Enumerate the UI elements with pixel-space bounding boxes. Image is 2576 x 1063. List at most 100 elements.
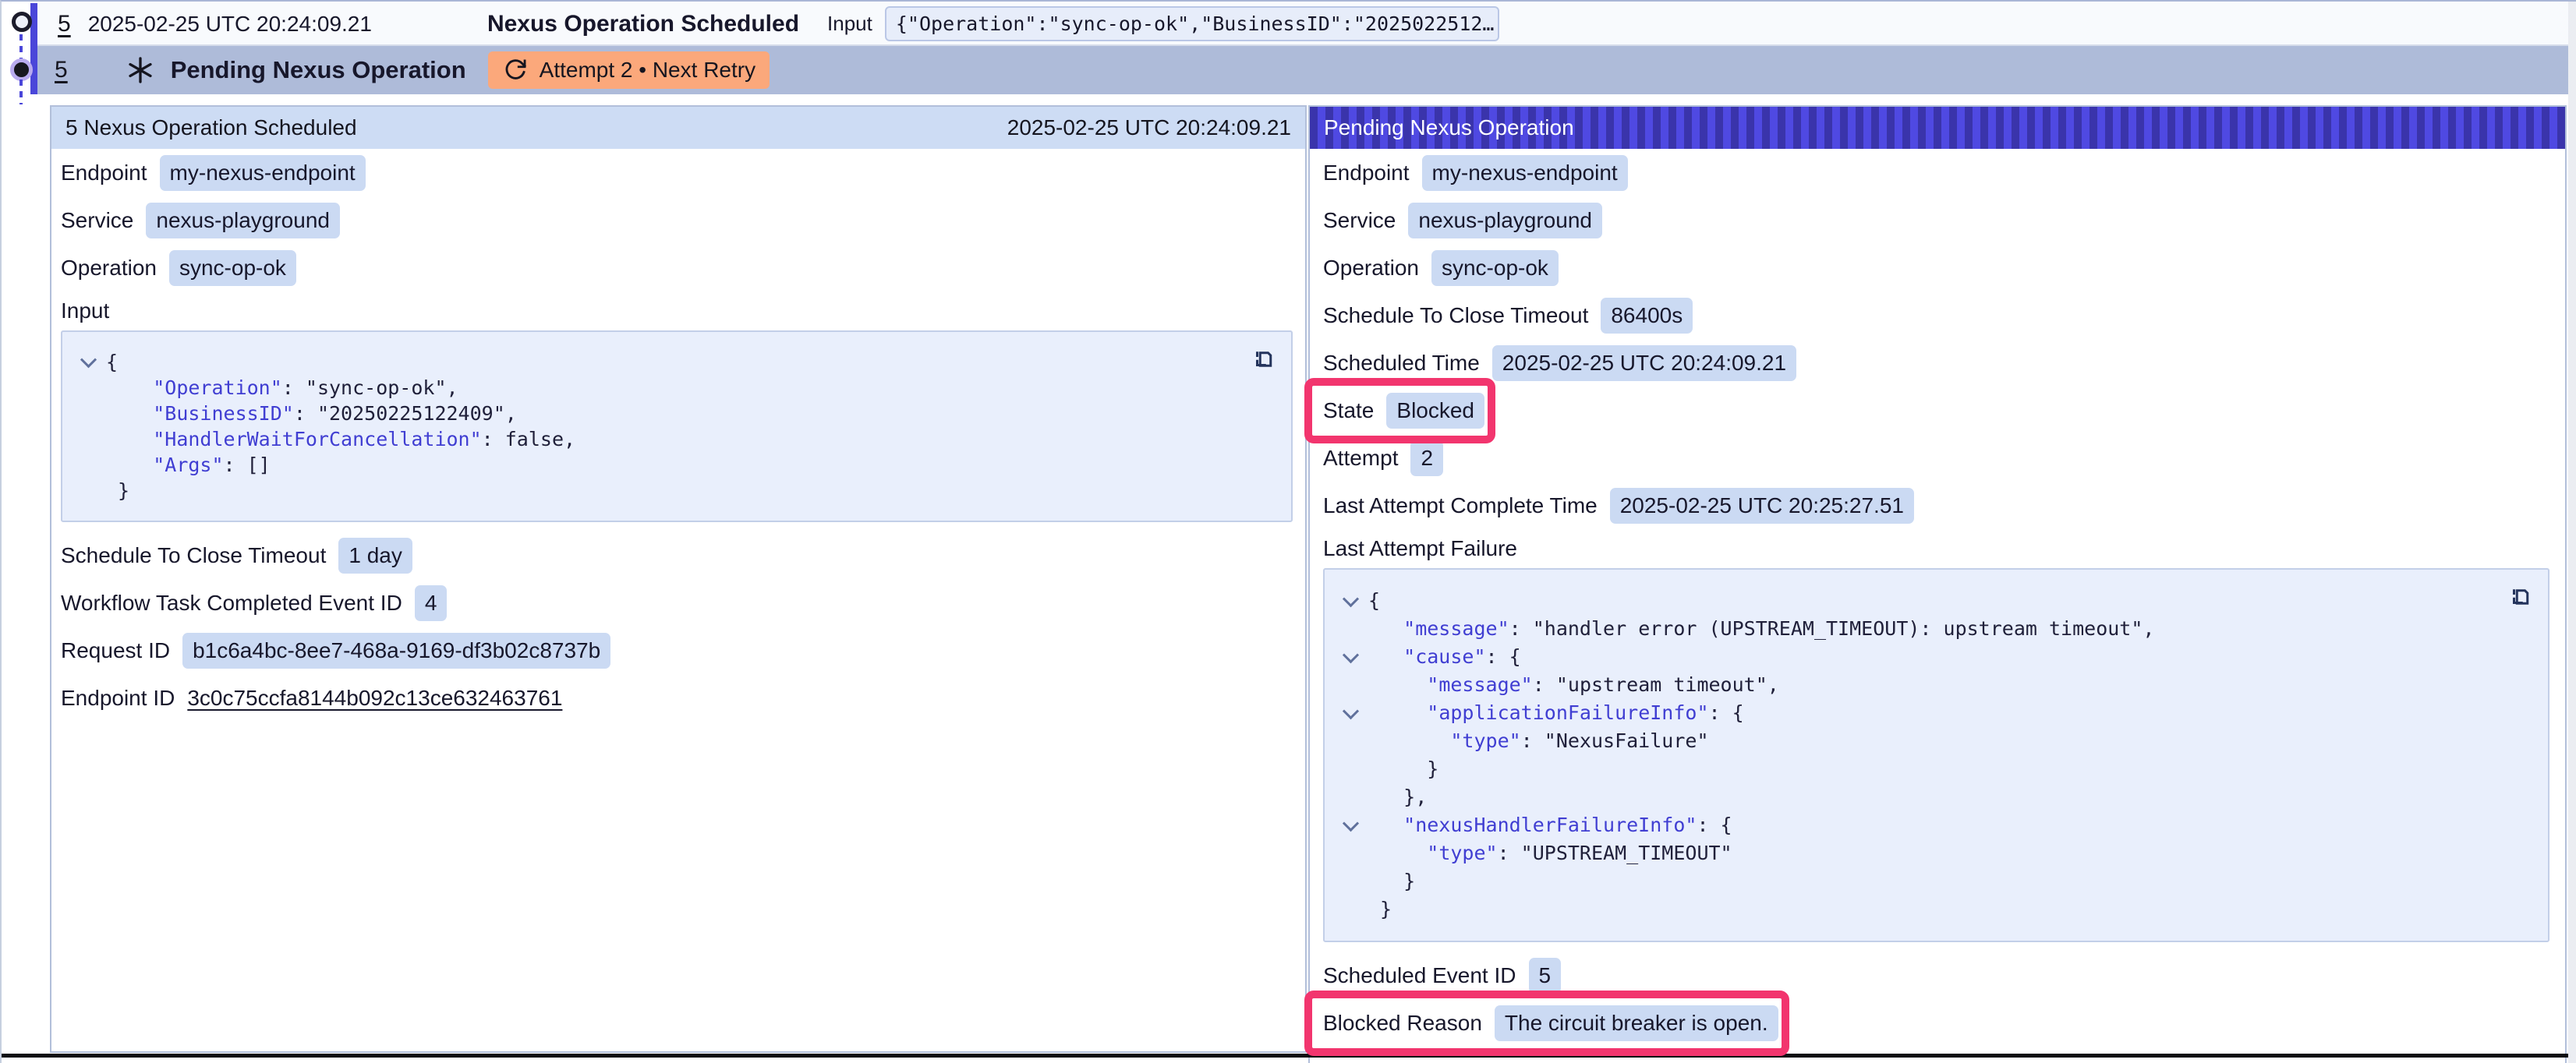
field-inner: Endpoint ID3c0c75ccfa8144b092c13ce632463… <box>61 686 562 711</box>
field-value-endpoint: my-nexus-endpoint <box>160 155 366 191</box>
field-row-scheduled-time: Scheduled Time2025-02-25 UTC 20:24:09.21 <box>1323 339 2549 387</box>
code-line-text: "message": "upstream timeout", <box>1368 671 1779 699</box>
collapse-chevron-down-icon[interactable] <box>80 351 96 368</box>
field-row-endpoint: Endpoint my-nexus-endpoint <box>61 149 1293 196</box>
field-label-endpoint: Endpoint <box>61 161 147 185</box>
workflow-event-history-screen: 5 2025-02-25 UTC 20:24:09.21 Nexus Opera… <box>0 0 2576 1063</box>
code-line: "applicationFailureInfo": { <box>1332 699 2501 727</box>
code-line-text: } <box>1368 755 1438 783</box>
scheduled-fields-top: Endpointmy-nexus-endpointServicenexus-pl… <box>61 149 1293 291</box>
code-line: { <box>1332 587 2501 615</box>
json-key: "message" <box>1403 617 1509 640</box>
field-inner: Request IDb1c6a4bc-8ee7-468a-9169-df3b02… <box>61 633 610 669</box>
scheduled-panel-timestamp: 2025-02-25 UTC 20:24:09.21 <box>1007 115 1291 140</box>
code-line-text: "Operation": "sync-op-ok", <box>106 375 458 401</box>
field-inner: Workflow Task Completed Event ID4 <box>61 585 447 621</box>
field-row-blocked-reason: Blocked ReasonThe circuit breaker is ope… <box>1323 999 2549 1047</box>
code-line-text: }, <box>1368 783 1427 811</box>
pending-asterisk-icon <box>126 55 155 85</box>
field-row-workflow-task-completed-event-id: Workflow Task Completed Event ID4 <box>61 579 1293 627</box>
history-row-nexus-operation-scheduled[interactable]: 5 2025-02-25 UTC 20:24:09.21 Nexus Opera… <box>37 3 2571 46</box>
event-id-link[interactable]: 5 <box>55 57 68 83</box>
scheduled-panel-header: 5 Nexus Operation Scheduled 2025-02-25 U… <box>51 107 1305 149</box>
json-key: "applicationFailureInfo" <box>1427 701 1708 724</box>
field-row-schedule-to-close-timeout: Schedule To Close Timeout 1 day <box>61 532 1293 579</box>
field-value-service: nexus-playground <box>146 203 340 238</box>
code-line-text: "applicationFailureInfo": { <box>1368 699 1744 727</box>
code-line-text: "type": "UPSTREAM_TIMEOUT" <box>1368 839 1732 867</box>
field-value-scheduled-time: 2025-02-25 UTC 20:24:09.21 <box>1492 345 1796 381</box>
code-line: "Args": [] <box>70 452 1244 478</box>
code-line-gutter <box>1332 895 1368 924</box>
input-json-viewer: { "Operation": "sync-op-ok", "BusinessID… <box>61 330 1293 522</box>
field-label-schedule-to-close-timeout: Schedule To Close Timeout <box>61 543 326 568</box>
annotation-highlight-blocked-reason: Blocked ReasonThe circuit breaker is ope… <box>1323 1005 1778 1041</box>
code-line-gutter <box>70 375 106 401</box>
code-line: "message": "handler error (UPSTREAM_TIME… <box>1332 615 2501 643</box>
retry-attempt-badge[interactable]: Attempt 2 • Next Retry <box>488 51 770 89</box>
event-input-preview-badge[interactable]: {"Operation":"sync-op-ok","BusinessID":"… <box>885 6 1499 41</box>
field-inner: Servicenexus-playground <box>1323 203 1602 238</box>
field-value-last-attempt-complete-time: 2025-02-25 UTC 20:25:27.51 <box>1610 488 1914 524</box>
field-value-service: nexus-playground <box>1408 203 1602 238</box>
code-line-text: } <box>1368 867 1415 895</box>
field-label-attempt: Attempt <box>1323 446 1398 471</box>
retry-badge-label: Attempt 2 • Next Retry <box>540 58 755 83</box>
timeline-active-bar <box>30 3 37 94</box>
field-value-attempt: 2 <box>1410 440 1443 476</box>
code-line-gutter <box>1332 671 1368 699</box>
collapse-chevron-down-icon[interactable] <box>1342 591 1358 607</box>
code-line-gutter <box>70 349 106 375</box>
copy-icon[interactable] <box>1249 343 1277 371</box>
field-inner: Endpoint my-nexus-endpoint <box>1323 155 1628 191</box>
scheduled-fields-bottom: Schedule To Close Timeout 1 day Workflow T… <box>61 532 1293 722</box>
scrollbar-track[interactable] <box>2568 2 2576 1063</box>
timeline-filled-dot-icon[interactable] <box>10 58 33 81</box>
field-inner: Attempt 2 <box>1323 440 1443 476</box>
field-label-schedule-to-close-timeout: Schedule To Close Timeout <box>1323 303 1588 328</box>
json-key: "message" <box>1427 673 1532 696</box>
code-line-gutter <box>1332 615 1368 643</box>
field-inner: Scheduled Event ID5 <box>1323 958 1561 994</box>
field-value-schedule-to-close-timeout: 1 day <box>338 538 412 574</box>
scheduled-panel-title: 5 Nexus Operation Scheduled <box>65 115 357 140</box>
last-attempt-failure-label: Last Attempt Failure <box>1323 529 2549 568</box>
json-key: "type" <box>1450 729 1520 752</box>
history-row-pending-nexus-operation[interactable]: 5 Pending Nexus Operation Attempt 2 • Ne… <box>37 46 2571 94</box>
field-row-endpoint-id: Endpoint ID3c0c75ccfa8144b092c13ce632463… <box>61 674 1293 722</box>
code-line-text: "cause": { <box>1368 643 1521 671</box>
event-id-link[interactable]: 5 <box>58 11 71 37</box>
field-row-endpoint: Endpoint my-nexus-endpoint <box>1323 149 2549 196</box>
field-value-endpoint: my-nexus-endpoint <box>1422 155 1628 191</box>
event-detail-panel-scheduled: 5 Nexus Operation Scheduled 2025-02-25 U… <box>50 105 1307 1053</box>
pending-event-title: Pending Nexus Operation <box>171 56 466 84</box>
code-line: } <box>1332 895 2501 924</box>
field-row-request-id: Request IDb1c6a4bc-8ee7-468a-9169-df3b02… <box>61 627 1293 674</box>
json-key: "type" <box>1427 842 1497 864</box>
code-line-text: { <box>1368 587 1380 615</box>
collapse-chevron-down-icon[interactable] <box>1342 815 1358 832</box>
field-value-workflow-task-completed-event-id: 4 <box>415 585 448 621</box>
timeline-dashed-connector <box>19 79 23 104</box>
json-key: "HandlerWaitForCancellation" <box>153 428 481 450</box>
event-detail-panel-pending: Pending Nexus Operation Endpointmy-nexus… <box>1308 105 2567 1063</box>
field-inner: Endpoint my-nexus-endpoint <box>61 155 366 191</box>
field-label-endpoint: Endpoint <box>1323 161 1410 185</box>
field-row-operation: Operationsync-op-ok <box>1323 244 2549 291</box>
timeline-open-circle-icon[interactable] <box>12 12 32 32</box>
code-line-text: "Args": [] <box>106 452 271 478</box>
field-value-link-endpoint-id[interactable]: 3c0c75ccfa8144b092c13ce632463761 <box>187 686 562 711</box>
field-row-scheduled-event-id: Scheduled Event ID5 <box>1323 952 2549 999</box>
copy-icon[interactable] <box>2506 581 2534 609</box>
code-line: "nexusHandlerFailureInfo": { <box>1332 811 2501 839</box>
code-line: }, <box>1332 783 2501 811</box>
field-label-scheduled-event-id: Scheduled Event ID <box>1323 963 1516 988</box>
field-inner: Scheduled Time2025-02-25 UTC 20:24:09.21 <box>1323 345 1796 381</box>
pending-fields-bottom: Scheduled Event ID5 Blocked ReasonThe cir… <box>1323 952 2549 1047</box>
collapse-chevron-down-icon[interactable] <box>1342 703 1358 719</box>
code-line: "type": "NexusFailure" <box>1332 727 2501 755</box>
code-line-gutter <box>1332 699 1368 727</box>
field-label-blocked-reason: Blocked Reason <box>1323 1011 1482 1036</box>
collapse-chevron-down-icon[interactable] <box>1342 647 1358 663</box>
pending-fields-top: Endpoint my-nexus-endpoint Servicenexus-pl… <box>1323 149 2549 529</box>
